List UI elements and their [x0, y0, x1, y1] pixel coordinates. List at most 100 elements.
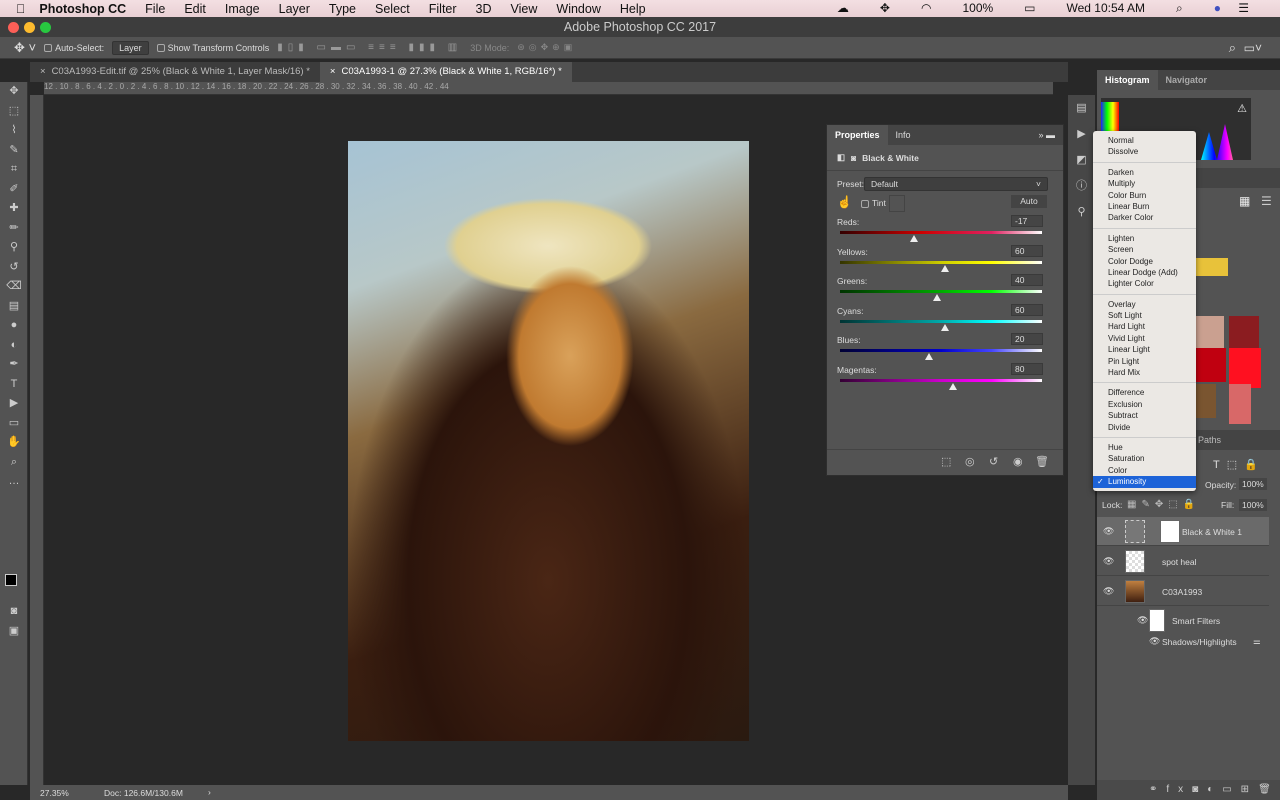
actions-icon[interactable]: ▶ — [1068, 121, 1095, 147]
tab-histogram[interactable]: Histogram — [1097, 70, 1158, 90]
blend-mode-linear-burn[interactable]: Linear Burn — [1093, 201, 1196, 212]
blend-mode-vivid-light[interactable]: Vivid Light — [1093, 333, 1196, 344]
color-slider-track[interactable] — [840, 378, 1042, 382]
filter-shadows-highlights[interactable]: 👁 Shadows/Highlights ⚌ — [1097, 634, 1269, 650]
list-view-icon[interactable]: ☰ — [1261, 194, 1272, 208]
library-swatch[interactable] — [1194, 348, 1226, 382]
blend-mode-luminosity[interactable]: ✓ Luminosity — [1093, 476, 1196, 488]
eye-icon[interactable]: 👁 — [1149, 636, 1160, 647]
preset-dropdown[interactable]: Default ˅ — [864, 177, 1048, 191]
delete-icon[interactable]: 🗑 — [1035, 455, 1049, 468]
blend-mode-hard-mix[interactable]: Hard Mix — [1093, 367, 1196, 378]
screen-mode-icon[interactable]: ▣ — [0, 622, 28, 642]
3d-mode-icons[interactable]: ⊛◎✥⊕▣ — [517, 42, 576, 53]
menu-app[interactable]: Photoshop CC — [39, 2, 126, 16]
smart-filters[interactable]: 👁 Smart Filters — [1097, 606, 1269, 634]
menu-help[interactable]: Help — [620, 2, 646, 16]
slider-value-field[interactable]: 20 — [1011, 333, 1043, 345]
history-brush-tool-icon[interactable]: ↺ — [0, 258, 28, 278]
zoom-window-button[interactable] — [40, 22, 51, 33]
slider-thumb[interactable] — [949, 382, 958, 390]
zoom-level[interactable]: 27.35% — [40, 788, 69, 798]
move-tool-icon[interactable]: ✥ — [0, 82, 28, 102]
crop-tool-icon[interactable]: ⌗ — [0, 160, 28, 180]
fill-field[interactable]: 100% — [1239, 499, 1267, 511]
blend-mode-color-dodge[interactable]: Color Dodge — [1093, 256, 1196, 267]
library-swatch[interactable] — [1193, 258, 1228, 276]
path-select-tool-icon[interactable]: ▶ — [0, 394, 28, 414]
menu-image[interactable]: Image — [225, 2, 260, 16]
wifi-icon[interactable]: ◠ — [921, 1, 931, 16]
blend-mode-screen[interactable]: Screen — [1093, 244, 1196, 255]
eye-icon[interactable]: 👁 — [1103, 556, 1114, 567]
history-icon[interactable]: ▤ — [1068, 95, 1095, 121]
view-previous-icon[interactable]: ◎ — [965, 455, 975, 468]
eye-icon[interactable]: 👁 — [1103, 526, 1114, 537]
search-icon[interactable]: ⌕ — [1229, 40, 1236, 56]
tint-color-swatch[interactable] — [889, 195, 905, 212]
auto-button[interactable]: Auto — [1011, 195, 1047, 208]
layer-filter-icons[interactable]: T⬚🔒 — [1213, 458, 1265, 471]
slider-value-field[interactable]: 60 — [1011, 244, 1043, 257]
eraser-tool-icon[interactable]: ⌫ — [0, 277, 28, 297]
apple-icon[interactable]:  — [16, 2, 25, 16]
show-transform-checkbox[interactable]: Show Transform Controls — [156, 43, 269, 53]
slider-value-field[interactable]: -17 — [1011, 215, 1043, 227]
visibility-icon[interactable]: ◉ — [1013, 455, 1023, 468]
slider-value-field[interactable]: 40 — [1011, 274, 1043, 286]
blend-mode-hue[interactable]: Hue — [1093, 442, 1196, 453]
cache-warning-icon[interactable]: ⚠ — [1237, 102, 1247, 115]
slider-value-field[interactable]: 80 — [1011, 362, 1043, 375]
align-icons[interactable]: ▮▯▮ ▭▬▭ ≡≡≡ ▮▮▮ ▥ — [277, 42, 462, 53]
close-tab-icon[interactable]: × — [40, 66, 46, 77]
minimize-window-button[interactable] — [24, 22, 35, 33]
type-tool-icon[interactable]: T — [0, 375, 28, 395]
auto-select-checkbox[interactable]: Auto-Select: — [44, 43, 104, 53]
siri-icon[interactable]: ● — [1214, 1, 1221, 16]
hand-tool-icon[interactable]: ✋ — [0, 433, 28, 453]
close-window-button[interactable] — [8, 22, 19, 33]
layers-footer-icons[interactable]: ⚭fx◙◐▭⊞🗑 — [1097, 780, 1280, 800]
document-tab[interactable]: × C03A1993-1 @ 27.3% (Black & White 1, RG… — [319, 62, 572, 82]
eye-icon[interactable]: 👁 — [1103, 586, 1114, 597]
blend-mode-linear-light[interactable]: Linear Light — [1093, 344, 1196, 355]
layer-c03a1993[interactable]: 👁 C03A1993 — [1097, 577, 1269, 606]
slider-thumb[interactable] — [932, 294, 941, 301]
gradient-tool-icon[interactable]: ▤ — [0, 297, 28, 317]
dodge-tool-icon[interactable]: ◐ — [0, 336, 28, 356]
spotlight-icon[interactable]: ⌕ — [1176, 1, 1183, 16]
marquee-tool-icon[interactable]: ⬚ — [0, 102, 28, 122]
menu-filter[interactable]: Filter — [429, 2, 457, 16]
tab-navigator[interactable]: Navigator — [1158, 70, 1216, 90]
pen-tool-icon[interactable]: ✒ — [0, 355, 28, 375]
foreground-color-swatch[interactable] — [5, 574, 17, 586]
menu-window[interactable]: Window — [556, 2, 600, 16]
color-slider-track[interactable] — [840, 319, 1042, 323]
dropbox-icon[interactable]: ✥ — [880, 1, 890, 16]
brush-tool-icon[interactable]: ✏ — [0, 219, 28, 239]
zoom-tool-icon[interactable]: ⌕ — [0, 453, 28, 473]
layer-spot-heal[interactable]: 👁 spot heal — [1097, 547, 1269, 576]
slider-thumb[interactable] — [941, 264, 950, 272]
blend-mode-normal[interactable]: Normal — [1093, 135, 1196, 146]
quick-mask-icon[interactable]: ◙ — [0, 602, 28, 622]
library-swatch[interactable] — [1229, 348, 1261, 388]
clone-stamp-tool-icon[interactable]: ⚲ — [0, 238, 28, 258]
canvas-image[interactable] — [348, 141, 749, 741]
color-slider-track[interactable] — [840, 349, 1042, 352]
color-slider-track[interactable] — [840, 260, 1042, 264]
targeted-adjustment-hand-icon[interactable]: ☝ — [837, 195, 852, 209]
reset-icon[interactable]: ↺ — [989, 455, 998, 468]
shape-tool-icon[interactable]: ▭ — [0, 414, 28, 434]
blend-mode-subtract[interactable]: Subtract — [1093, 410, 1196, 421]
library-swatch[interactable] — [1229, 384, 1251, 424]
creative-cloud-icon[interactable]: ☁ — [837, 1, 849, 16]
blend-mode-soft-light[interactable]: Soft Light — [1093, 310, 1196, 321]
opacity-field[interactable]: 100% — [1239, 478, 1267, 490]
notification-center-icon[interactable]: ☰ — [1238, 1, 1249, 15]
panel-menu-icon[interactable]: » ▬ — [1030, 125, 1063, 145]
blend-mode-difference[interactable]: Difference — [1093, 387, 1196, 398]
clock[interactable]: Wed 10:54 AM — [1067, 1, 1146, 16]
workspace-icon[interactable]: ▭˅ — [1244, 41, 1262, 55]
clone-source-icon[interactable]: ⚲ — [1068, 199, 1095, 225]
